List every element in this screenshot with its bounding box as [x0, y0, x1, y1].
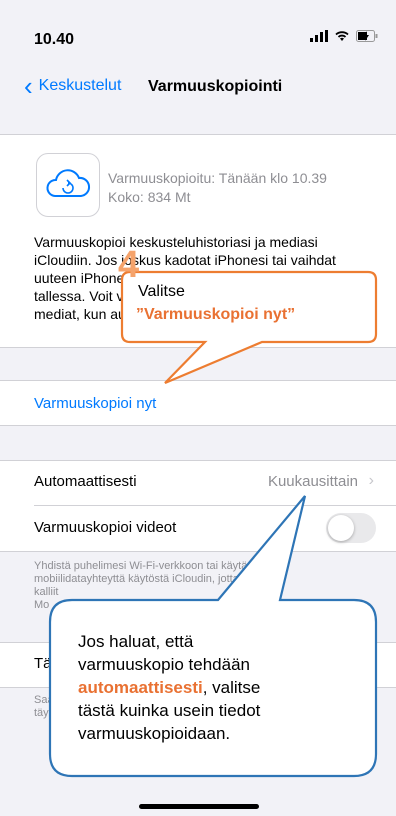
callout-2-text: Jos haluat, että varmuuskopio tehdään au… — [78, 630, 358, 745]
callout-2-line: Jos haluat, että — [78, 632, 194, 651]
callout-2-line: varmuuskopioidaan. — [78, 724, 231, 743]
callout-2-line: tästä kuinka usein tiedot — [78, 701, 261, 720]
step-number: 4 — [118, 244, 140, 286]
callout-2-line: automaattisesti, valitse — [78, 676, 358, 699]
home-indicator[interactable] — [139, 804, 259, 809]
callout-2-highlight: automaattisesti — [78, 678, 203, 697]
callout-2-line-tail: , valitse — [202, 678, 261, 697]
callout-1-line-1: Valitse — [138, 283, 185, 300]
callout-1-line-2: ”Varmuuskopioi nyt” — [136, 306, 296, 323]
callout-2-line: varmuuskopio tehdään — [78, 655, 251, 674]
